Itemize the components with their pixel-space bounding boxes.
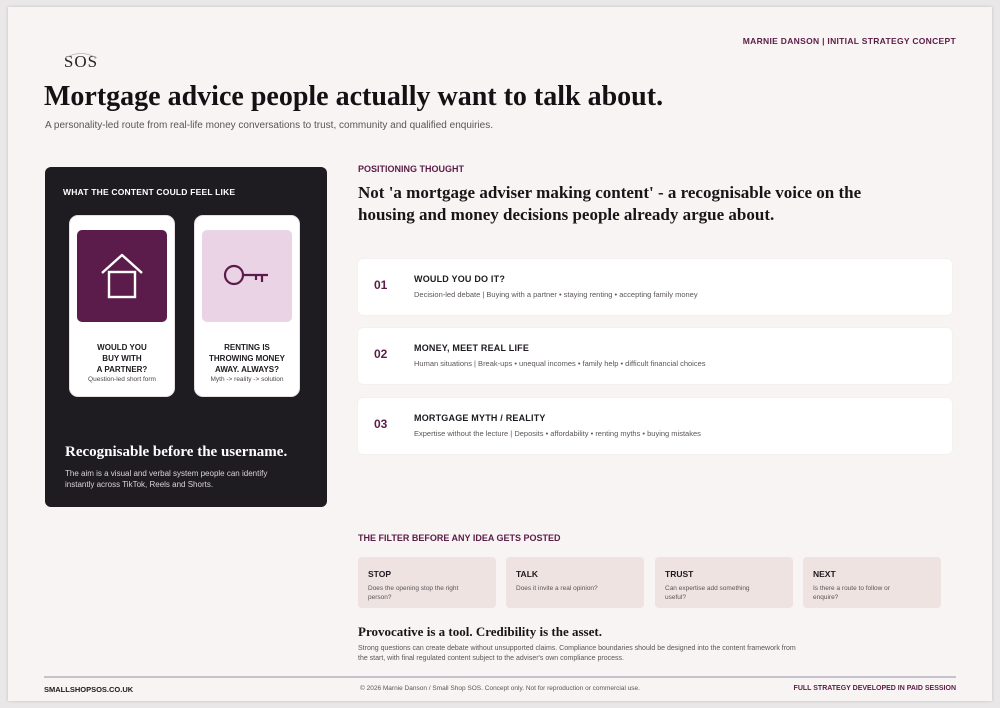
pillar-number: 02: [374, 347, 388, 361]
page-title: Mortgage advice people actually want to …: [44, 81, 664, 112]
phone-caption-2: RENTING IS THROWING MONEY AWAY. ALWAYS?: [209, 343, 285, 374]
pillar-title: MORTGAGE MYTH / REALITY: [414, 413, 546, 423]
logo: SOS: [58, 47, 104, 77]
phone-mockup-1: WOULD YOU BUY WITH A PARTNER? Question-l…: [69, 215, 175, 397]
content-feel-panel: WHAT THE CONTENT COULD FEEL LIKE WOULD Y…: [45, 167, 327, 507]
filter-step-next: NEXT Is there a route to follow or enqui…: [803, 557, 941, 608]
pillar-number: 01: [374, 278, 388, 292]
positioning-label: POSITIONING THOUGHT: [358, 164, 465, 174]
pillar-desc: Decision-led debate | Buying with a part…: [414, 290, 698, 299]
filter-step-desc: Is there a route to follow or enquire?: [813, 585, 890, 601]
header-label: MARNIE DANSON | INITIAL STRATEGY CONCEPT: [742, 36, 956, 46]
provocative-heading: Provocative is a tool. Credibility is th…: [358, 624, 602, 639]
recognisable-body: The aim is a visual and verbal system pe…: [65, 469, 268, 489]
page-subtitle: A personality-led route from real-life m…: [45, 120, 493, 131]
pillar-desc: Expertise without the lecture | Deposits…: [414, 429, 701, 438]
pillar-title: MONEY, MEET REAL LIFE: [414, 343, 530, 353]
footer-divider: [44, 676, 956, 678]
phone-tile-1: [77, 230, 167, 322]
filter-step-desc: Can expertise add something useful?: [665, 585, 750, 601]
provocative-body: Strong questions can create debate witho…: [358, 645, 796, 662]
footer-session-note: FULL STRATEGY DEVELOPED IN PAID SESSION: [793, 685, 956, 692]
phone-tile-2: [202, 230, 292, 322]
recognisable-heading: Recognisable before the username.: [65, 444, 288, 460]
filter-step-trust: TRUST Can expertise add something useful…: [655, 557, 793, 608]
filter-step-title: TALK: [516, 569, 539, 579]
filter-step-stop: STOP Does the opening stop the right per…: [358, 557, 496, 608]
phone-mockup-2: RENTING IS THROWING MONEY AWAY. ALWAYS? …: [194, 215, 300, 397]
pillar-card: 01 WOULD YOU DO IT? Decision-led debate …: [358, 259, 952, 315]
filter-step-desc: Does the opening stop the right person?: [368, 585, 459, 601]
pillar-card: 02 MONEY, MEET REAL LIFE Human situation…: [358, 328, 952, 384]
pillar-desc: Human situations | Break-ups • unequal i…: [414, 359, 706, 368]
filter-step-desc: Does it invite a real opinion?: [516, 585, 598, 592]
pillar-card: 03 MORTGAGE MYTH / REALITY Expertise wit…: [358, 398, 952, 454]
house-icon: [101, 253, 143, 299]
filter-step-title: NEXT: [813, 569, 836, 579]
logo-arc-icon: [64, 53, 98, 59]
key-icon: [223, 264, 268, 286]
phone-format-2: Myth -> reality -> solution: [210, 376, 284, 383]
filter-label: THE FILTER BEFORE ANY IDEA GETS POSTED: [358, 533, 561, 543]
strategy-page: SOS MARNIE DANSON | INITIAL STRATEGY CON…: [8, 7, 992, 701]
positioning-quote: Not 'a mortgage adviser making content' …: [358, 183, 862, 224]
pillar-number: 03: [374, 417, 388, 431]
phone-format-1: Question-led short form: [88, 376, 156, 383]
pillar-title: WOULD YOU DO IT?: [414, 274, 506, 284]
filter-step-title: TRUST: [665, 569, 694, 579]
filter-step-talk: TALK Does it invite a real opinion?: [506, 557, 644, 608]
phone-caption-1: WOULD YOU BUY WITH A PARTNER?: [96, 343, 148, 374]
content-feel-label: WHAT THE CONTENT COULD FEEL LIKE: [63, 187, 236, 197]
filter-step-title: STOP: [368, 569, 391, 579]
